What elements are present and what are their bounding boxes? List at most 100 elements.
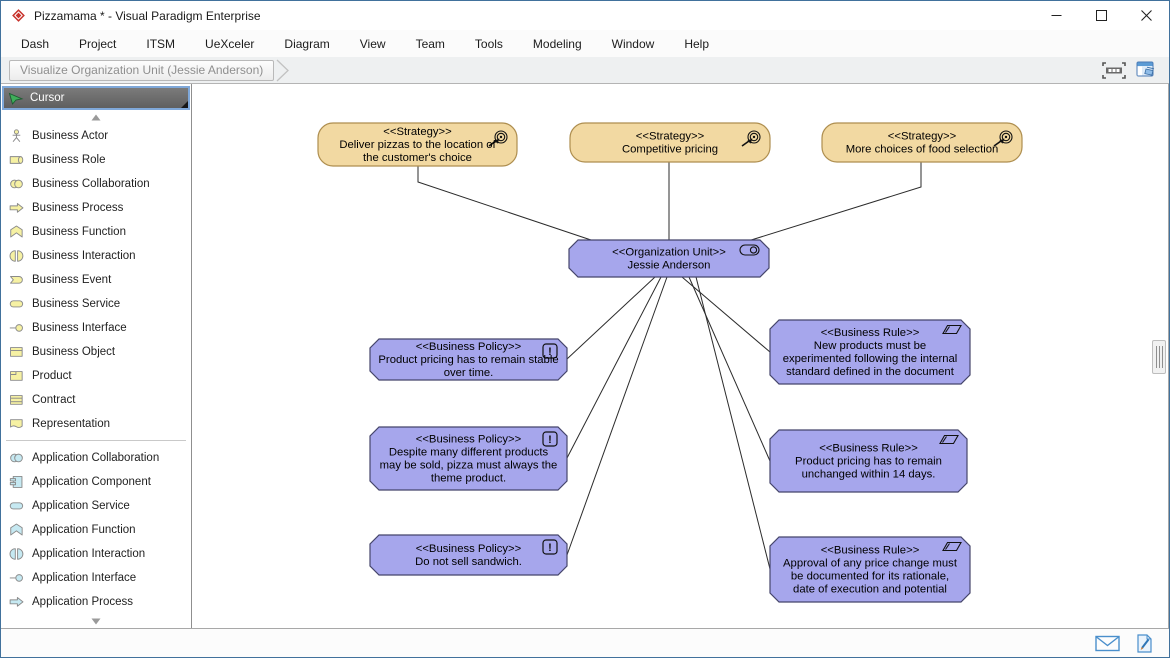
minimize-button[interactable] <box>1034 1 1079 30</box>
document-edit-icon <box>1136 634 1153 653</box>
window-controls <box>1034 1 1169 30</box>
diagram-node-strategy-1[interactable]: <<Strategy>>Deliver pizzas to the locati… <box>318 123 517 166</box>
palette-item-business-function[interactable]: Business Function <box>1 220 191 244</box>
edit-document-button[interactable] <box>1136 634 1153 653</box>
menu-item-team[interactable]: Team <box>401 33 460 55</box>
palette-item-application-interface[interactable]: Application Interface <box>1 566 191 590</box>
palette-item-label: Business Object <box>32 346 115 358</box>
palette-cursor-tool[interactable]: Cursor <box>2 86 190 110</box>
business-interaction-icon <box>8 249 25 263</box>
edge-org-policy2[interactable] <box>567 277 661 458</box>
palette-item-product[interactable]: Product <box>1 364 191 388</box>
menu-item-uexceler[interactable]: UeXceler <box>190 33 269 55</box>
scroll-down-icon <box>91 618 101 625</box>
business-service-icon <box>8 297 25 311</box>
node-label-line: <<Business Policy>> <box>416 543 522 555</box>
palette-item-label: Representation <box>32 418 110 430</box>
close-button[interactable] <box>1124 1 1169 30</box>
breadcrumb[interactable]: Visualize Organization Unit (Jessie Ande… <box>9 60 274 81</box>
palette-item-business-actor[interactable]: Business Actor <box>1 124 191 148</box>
node-label-line: Competitive pricing <box>622 144 718 156</box>
menu-bar: DashProjectITSMUeXcelerDiagramViewTeamTo… <box>1 30 1169 57</box>
product-icon <box>8 369 25 383</box>
palette-item-application-interaction[interactable]: Application Interaction <box>1 542 191 566</box>
node-label-line: More choices of food selection <box>846 144 999 156</box>
diagram-svg: <<Strategy>> Deliver pizzas to the locati… <box>192 84 1169 628</box>
scroll-up-icon <box>91 114 101 121</box>
palette-item-label: Business Interaction <box>32 250 136 262</box>
palette-scroll-up-button[interactable] <box>1 110 191 124</box>
maximize-button[interactable] <box>1079 1 1124 30</box>
palette-scroll-down-button[interactable] <box>1 614 191 628</box>
diagram-node-org-unit[interactable]: <<Organization Unit>>Jessie Anderson <box>569 240 769 277</box>
diagram-node-rule-3[interactable]: <<Business Rule>>Approval of any price c… <box>770 537 970 602</box>
diagram-node-strategy-2[interactable]: <<Strategy>>Competitive pricing <box>570 123 770 162</box>
node-label-line: the customer's choice <box>363 152 472 164</box>
diagram-canvas[interactable]: <<Strategy>> Deliver pizzas to the locati… <box>192 84 1169 628</box>
edge-org-rule1[interactable] <box>682 277 770 352</box>
palette-item-application-component[interactable]: Application Component <box>1 470 191 494</box>
menu-item-diagram[interactable]: Diagram <box>269 33 344 55</box>
palette-item-business-object[interactable]: Business Object <box>1 340 191 364</box>
diagram-node-rule-2[interactable]: <<Business Rule>>Product pricing has to … <box>770 430 967 492</box>
palette-item-business-process[interactable]: Business Process <box>1 196 191 220</box>
diagram-node-policy-3[interactable]: !<<Business Policy>>Do not sell sandwich… <box>370 535 567 575</box>
node-label-line: theme product. <box>431 473 506 485</box>
node-label-line: may be sold, pizza must always the <box>380 460 558 472</box>
palette-item-business-interface[interactable]: Business Interface <box>1 316 191 340</box>
menu-item-window[interactable]: Window <box>597 33 670 55</box>
node-label-line: Do not sell sandwich. <box>415 556 522 568</box>
diagram-panel-button[interactable] <box>1136 61 1157 79</box>
app-window: Pizzamama * - Visual Paradigm Enterprise… <box>0 0 1170 658</box>
node-label-line: standard defined in the document <box>786 366 955 378</box>
diagram-node-policy-2[interactable]: !<<Business Policy>>Despite many differe… <box>370 427 567 490</box>
node-label-line: Approval of any price change must <box>783 558 958 570</box>
palette-item-application-collaboration[interactable]: Application Collaboration <box>1 446 191 470</box>
fit-shapes-button[interactable] <box>1102 62 1126 79</box>
edge-org-policy3[interactable] <box>567 277 667 555</box>
node-label-line: be documented for its rationale, <box>791 571 949 583</box>
palette-item-label: Business Function <box>32 226 126 238</box>
business-interface-icon <box>8 321 25 335</box>
palette-item-representation[interactable]: Representation <box>1 412 191 436</box>
menu-item-project[interactable]: Project <box>64 33 131 55</box>
node-label-line: Deliver pizzas to the location of <box>339 139 496 151</box>
application-interface-icon <box>8 571 25 585</box>
edge-strategy1-org[interactable] <box>418 166 594 241</box>
palette-item-label: Business Event <box>32 274 111 286</box>
palette-item-business-interaction[interactable]: Business Interaction <box>1 244 191 268</box>
business-collaboration-icon <box>8 177 25 191</box>
menu-item-modeling[interactable]: Modeling <box>518 33 597 55</box>
menu-item-tools[interactable]: Tools <box>460 33 518 55</box>
palette-item-application-process[interactable]: Application Process <box>1 590 191 614</box>
breadcrumb-chevron-icon <box>276 59 290 82</box>
menu-item-itsm[interactable]: ITSM <box>131 33 190 55</box>
contract-icon <box>8 393 25 407</box>
palette-item-application-function[interactable]: Application Function <box>1 518 191 542</box>
node-label-line: <<Organization Unit>> <box>612 247 726 259</box>
application-interaction-icon <box>8 547 25 561</box>
mail-button[interactable] <box>1095 635 1120 652</box>
representation-icon <box>8 417 25 431</box>
palette-item-business-collaboration[interactable]: Business Collaboration <box>1 172 191 196</box>
menu-item-dash[interactable]: Dash <box>6 33 64 55</box>
business-object-icon <box>8 345 25 359</box>
edge-org-rule2[interactable] <box>689 277 770 461</box>
palette-item-label: Application Function <box>32 524 136 536</box>
edge-strategy3-org[interactable] <box>748 162 921 241</box>
collapsed-panel-handle[interactable] <box>1152 340 1166 374</box>
node-label-line: Product pricing has to remain <box>795 456 942 468</box>
palette-item-application-service[interactable]: Application Service <box>1 494 191 518</box>
menu-item-view[interactable]: View <box>345 33 401 55</box>
diagram-node-strategy-3[interactable]: <<Strategy>>More choices of food selecti… <box>822 123 1022 162</box>
menu-item-help[interactable]: Help <box>669 33 724 55</box>
palette-item-business-service[interactable]: Business Service <box>1 292 191 316</box>
diagram-node-policy-1[interactable]: !<<Business Policy>>Product pricing has … <box>370 339 567 380</box>
palette-item-contract[interactable]: Contract <box>1 388 191 412</box>
cursor-tool-corner[interactable] <box>181 101 188 108</box>
palette-item-label: Application Service <box>32 500 130 512</box>
palette-item-business-event[interactable]: Business Event <box>1 268 191 292</box>
diagram-node-rule-1[interactable]: <<Business Rule>>New products must beexp… <box>770 320 970 384</box>
palette-item-business-role[interactable]: Business Role <box>1 148 191 172</box>
node-label-line: <<Strategy>> <box>636 131 705 143</box>
